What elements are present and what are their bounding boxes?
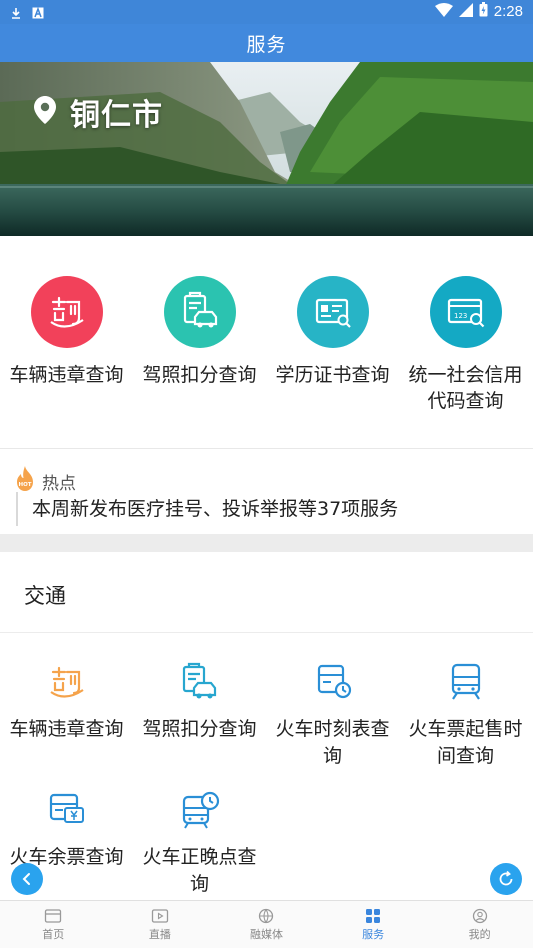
service-ticket-sale-time-query[interactable]: 火车票起售时间查询 — [399, 660, 532, 770]
refresh-icon — [499, 870, 513, 886]
license-car-icon — [176, 660, 224, 704]
violation-icon — [30, 276, 103, 348]
city-name: 铜仁市 — [70, 98, 163, 133]
nav-service[interactable]: 服务 — [320, 901, 427, 948]
service-grid-icon — [366, 908, 381, 923]
nav-label: 融媒体 — [249, 927, 283, 941]
hot-news[interactable]: HOT 热点 本周新发布医疗挂号、投诉举报等37项服务 — [0, 460, 533, 534]
section-title: 交通 — [24, 584, 66, 608]
title-bar: 服务 — [0, 24, 533, 62]
battery-icon — [479, 2, 488, 21]
river-landscape-image — [0, 62, 533, 236]
service-label: 火车票起售时间查询 — [408, 718, 523, 767]
train-schedule-icon — [309, 660, 357, 704]
quick-license-points-query[interactable]: 驾照扣分查询 — [133, 276, 266, 388]
service-label: 火车正晚点查询 — [142, 846, 257, 895]
hot-title: 热点 — [42, 473, 76, 494]
nav-label: 我的 — [468, 927, 491, 941]
nav-profile[interactable]: 我的 — [426, 901, 533, 948]
refresh-float-button[interactable] — [490, 863, 522, 895]
license-car-icon — [163, 276, 236, 348]
train-clock-icon — [176, 788, 224, 832]
quick-certificate-query[interactable]: 学历证书查询 — [266, 276, 399, 388]
status-bar: 2:28 — [0, 0, 533, 24]
credit-code-icon: 123 — [429, 276, 502, 348]
quick-credit-code-query[interactable]: 123 统一社会信用代码查询 — [399, 276, 532, 414]
chevron-left-icon — [22, 873, 30, 885]
wifi-icon — [434, 2, 453, 21]
quick-label: 学历证书查询 — [275, 364, 390, 386]
train-icon — [442, 660, 490, 704]
hot-header: HOT 热点 — [14, 466, 76, 496]
svg-text:123: 123 — [454, 312, 467, 320]
nav-live[interactable]: 直播 — [107, 901, 214, 948]
section-divider — [0, 534, 533, 552]
nav-label: 服务 — [362, 927, 385, 941]
service-label: 车辆违章查询 — [9, 718, 124, 740]
city-banner[interactable]: 铜仁市 — [0, 62, 533, 236]
live-icon — [151, 908, 169, 923]
nav-media[interactable]: 融媒体 — [213, 901, 320, 948]
hot-badge-text: HOT — [19, 482, 32, 488]
service-license-points-query[interactable]: 驾照扣分查询 — [133, 660, 266, 743]
quick-label: 驾照扣分查询 — [142, 364, 257, 386]
quick-services: 车辆违章查询 驾照扣分查询 学历证书查询 123 统一社会信用代码查询 — [0, 236, 533, 449]
signal-icon — [458, 2, 473, 21]
location-pin-icon — [34, 96, 56, 128]
hot-headline[interactable]: 本周新发布医疗挂号、投诉举报等37项服务 — [32, 494, 398, 521]
service-label: 驾照扣分查询 — [142, 718, 257, 740]
bottom-navigation: 首页 直播 融媒体 服务 我的 — [0, 900, 533, 948]
profile-icon — [472, 908, 487, 923]
service-label: 火车时刻表查询 — [275, 718, 390, 767]
violation-icon — [43, 660, 91, 704]
service-train-delay-query[interactable]: 火车正晚点查询 — [133, 788, 266, 898]
page-title: 服务 — [246, 33, 287, 56]
location-display[interactable]: 铜仁市 — [34, 90, 163, 134]
service-remaining-tickets-query[interactable]: 火车余票查询 — [0, 788, 133, 871]
media-icon — [259, 908, 274, 923]
home-icon — [45, 908, 62, 923]
nav-label: 直播 — [148, 927, 171, 941]
quick-label: 统一社会信用代码查询 — [408, 364, 523, 412]
service-train-schedule-query[interactable]: 火车时刻表查询 — [266, 660, 399, 770]
quick-label: 车辆违章查询 — [9, 364, 124, 386]
ticket-icon — [43, 788, 91, 832]
certificate-icon — [296, 276, 369, 348]
back-float-button[interactable] — [11, 863, 43, 895]
section-title-divider — [0, 632, 533, 633]
nav-label: 首页 — [42, 927, 65, 941]
nav-home[interactable]: 首页 — [0, 901, 107, 948]
quick-violation-query[interactable]: 车辆违章查询 — [0, 276, 133, 388]
service-violation-query[interactable]: 车辆违章查询 — [0, 660, 133, 743]
download-icon — [10, 4, 22, 19]
notification-a-icon — [32, 4, 44, 19]
hot-divider — [16, 492, 18, 526]
status-time: 2:28 — [493, 3, 523, 20]
